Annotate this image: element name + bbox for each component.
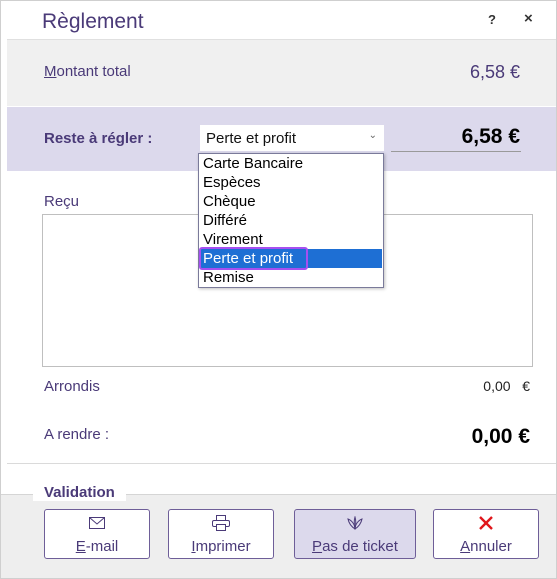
print-button[interactable]: Imprimer xyxy=(168,509,274,559)
validation-label: Validation xyxy=(33,484,126,501)
recu-label: Reçu xyxy=(44,193,80,210)
print-button-label: Imprimer xyxy=(191,538,251,555)
rendre-label: A rendre : xyxy=(44,426,110,443)
cancel-button-label: Annuler xyxy=(460,538,512,555)
remain-value-underline xyxy=(391,151,521,152)
payment-dialog: Règlement ? × Montant total 6,58 € Reste… xyxy=(0,0,557,579)
arrondis-value: 0,00 € xyxy=(483,378,530,394)
arrondis-label: Arrondis xyxy=(44,378,100,395)
divider xyxy=(7,463,556,464)
payment-method-selected: Perte et profit xyxy=(206,130,297,147)
leaf-icon xyxy=(295,514,415,532)
dropdown-option-virement[interactable]: Virement xyxy=(200,230,382,249)
dialog-title: Règlement xyxy=(42,10,144,33)
cancel-button[interactable]: Annuler xyxy=(433,509,539,559)
dropdown-option-differe[interactable]: Différé xyxy=(200,211,382,230)
total-value: 6,58 € xyxy=(469,62,520,82)
email-button-label: E-mail xyxy=(75,538,119,555)
no-ticket-button-label: Pas de ticket xyxy=(312,538,398,555)
cross-icon xyxy=(434,514,538,532)
close-button[interactable]: × xyxy=(524,10,533,27)
remain-label: Reste à régler : xyxy=(44,130,153,147)
dropdown-option-especes[interactable]: Espèces xyxy=(200,173,382,192)
dropdown-option-cheque[interactable]: Chèque xyxy=(200,192,382,211)
help-button[interactable]: ? xyxy=(488,12,496,27)
dropdown-option-perte-et-profit[interactable]: Perte et profit xyxy=(200,249,382,268)
title-bar: Règlement ? × xyxy=(1,1,556,39)
payment-method-select[interactable]: Perte et profit ⌄ xyxy=(200,125,384,151)
payment-method-dropdown: Carte Bancaire Espèces Chèque Différé Vi… xyxy=(198,153,384,288)
no-ticket-button[interactable]: Pas de ticket xyxy=(294,509,416,559)
total-panel: Montant total 6,58 € xyxy=(7,39,556,106)
remain-value: 6,58 € xyxy=(461,125,520,148)
dropdown-option-remise[interactable]: Remise xyxy=(200,268,382,287)
total-label: Montant total xyxy=(44,63,131,80)
chevron-down-icon: ⌄ xyxy=(368,130,377,141)
printer-icon xyxy=(169,514,273,532)
email-button[interactable]: E-mail xyxy=(44,509,150,559)
envelope-icon xyxy=(45,514,149,532)
dropdown-option-carte-bancaire[interactable]: Carte Bancaire xyxy=(200,154,382,173)
rendre-value: 0,00 € xyxy=(471,425,530,448)
